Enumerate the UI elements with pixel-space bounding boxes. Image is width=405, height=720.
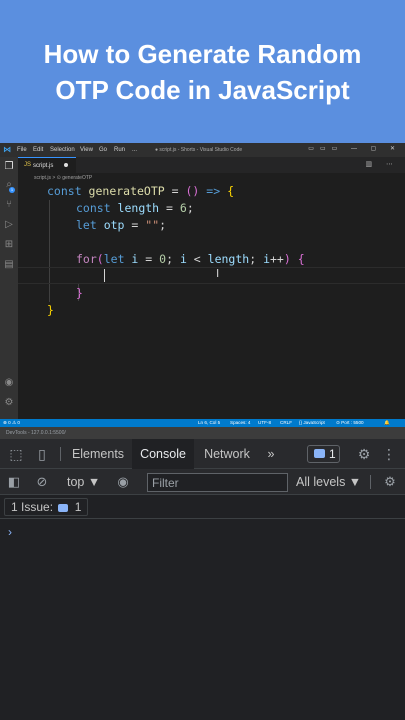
activity-bar: ❐ ⌕ 1 ⑂ ▷ ⊞ ▤ ◉ ⚙ <box>0 157 18 419</box>
vscode-logo-icon: ⋈ <box>3 145 11 154</box>
code-line-1: const generateOTP = () => { <box>47 184 234 198</box>
problems-indicator[interactable]: ⊗ 0 ⚠ 0 <box>3 419 20 427</box>
menu-selection[interactable]: Selection <box>50 146 75 154</box>
banner-title-line-1: How to Generate Random <box>43 39 362 69</box>
tab-label: script.js <box>33 163 54 169</box>
menu-go[interactable]: Go <box>99 146 107 154</box>
menu-view[interactable]: View <box>80 146 93 154</box>
source-control-icon[interactable]: ⑂ <box>3 199 15 211</box>
editor-tab-bar: JS script.js ▥ ⋯ <box>18 157 405 173</box>
current-line-highlight <box>18 267 405 284</box>
encoding[interactable]: UTF-8 <box>258 419 271 427</box>
code-line-5: for(let i = 0; i < length; i++) { <box>76 252 305 266</box>
video-title-banner: How to Generate Random OTP Code in JavaS… <box>0 0 405 143</box>
run-debug-icon[interactable]: ▷ <box>3 219 15 231</box>
breadcrumb[interactable]: script.js > ⊙ generateOTP <box>18 173 405 183</box>
extensions-icon[interactable]: ⊞ <box>3 239 15 251</box>
window-controls[interactable]: ▭▭▭ — ▢ ✕ <box>308 145 401 152</box>
notifications-icon[interactable]: 🔔 <box>384 419 390 427</box>
explorer-badge: 1 <box>9 187 15 193</box>
more-vertical-icon[interactable]: ⋮ <box>380 439 398 469</box>
text-cursor <box>104 269 105 282</box>
issues-pill-button[interactable]: 1 Issue: 1 <box>4 498 89 516</box>
divider <box>370 475 371 489</box>
message-icon <box>314 449 325 458</box>
vscode-window: ⋈ File Edit Selection View Go Run ... ● … <box>0 143 405 427</box>
code-line-7: } <box>76 286 83 300</box>
menu-file[interactable]: File <box>17 146 27 154</box>
mouse-ibeam-icon: I <box>216 267 220 280</box>
filter-input[interactable] <box>147 473 288 492</box>
account-icon[interactable]: ◉ <box>3 377 15 389</box>
issues-bar: 1 Issue: 1 <box>0 495 405 519</box>
code-line-3: let otp = ""; <box>76 218 167 232</box>
cursor-position[interactable]: Ln 6, Col 5 <box>198 419 220 427</box>
live-server-port[interactable]: ⊙ Port : 5500 <box>336 419 364 427</box>
context-selector[interactable]: top ▼ <box>67 469 100 495</box>
clear-console-icon[interactable]: ⊘ <box>33 469 51 495</box>
devtools-panel: DevTools - 127.0.0.1:5500/ ⬚ ▯ Elements … <box>0 427 405 720</box>
menu-edit[interactable]: Edit <box>33 146 43 154</box>
devtools-window-strip: DevTools - 127.0.0.1:5500/ <box>0 427 405 439</box>
issues-label: 1 Issue: <box>11 500 54 514</box>
sidebar-toggle-icon[interactable]: ◧ <box>5 469 23 495</box>
log-levels-dropdown[interactable]: All levels ▼ <box>296 469 361 495</box>
message-icon <box>58 503 69 512</box>
eye-icon[interactable]: ◉ <box>113 469 133 495</box>
tab-console[interactable]: Console <box>132 439 194 469</box>
remote-explorer-icon[interactable]: ▤ <box>3 259 15 271</box>
console-prompt[interactable]: › <box>8 525 12 539</box>
devtools-tabbar: ⬚ ▯ Elements Console Network » 1 ⚙ ⋮ <box>0 439 405 469</box>
banner-title-line-2: OTP Code in JavaScript <box>55 75 350 105</box>
console-settings-icon[interactable]: ⚙ <box>380 469 400 495</box>
code-line-8: } <box>47 303 54 317</box>
status-bar: ⊗ 0 ⚠ 0 Ln 6, Col 5 Spaces: 4 UTF-8 CRLF… <box>0 419 405 427</box>
indent-setting[interactable]: Spaces: 4 <box>230 419 250 427</box>
banner-title: How to Generate Random OTP Code in JavaS… <box>0 36 405 108</box>
manage-gear-icon[interactable]: ⚙ <box>3 397 15 409</box>
menu-more[interactable]: ... <box>132 146 137 154</box>
tab-network[interactable]: Network <box>196 439 258 469</box>
tab-script-js[interactable]: JS script.js <box>18 157 76 173</box>
more-tabs-icon[interactable]: » <box>262 439 280 469</box>
indent-guide <box>49 200 50 302</box>
console-toolbar: ◧ ⊘ top ▼ ◉ All levels ▼ ⚙ <box>0 469 405 495</box>
menu-run[interactable]: Run <box>114 146 125 154</box>
code-editor[interactable]: const generateOTP = () => { const length… <box>18 183 405 419</box>
line-ending[interactable]: CRLF <box>280 419 292 427</box>
explorer-icon[interactable]: ❐ <box>3 161 15 173</box>
window-title: ● script.js - Shorts - Visual Studio Cod… <box>155 147 243 153</box>
title-bar: ⋈ File Edit Selection View Go Run ... ● … <box>0 143 405 157</box>
divider <box>60 447 61 461</box>
issues-counter-button[interactable]: 1 <box>307 445 340 463</box>
gear-icon[interactable]: ⚙ <box>354 439 374 469</box>
editor-actions[interactable]: ▥ ⋯ <box>365 160 399 168</box>
device-toggle-icon[interactable]: ▯ <box>32 439 52 469</box>
issues-count: 1 <box>329 447 336 461</box>
unsaved-dot-icon[interactable] <box>64 163 68 167</box>
code-line-2: const length = 6; <box>76 201 194 215</box>
tab-elements[interactable]: Elements <box>66 439 130 469</box>
issues-number: 1 <box>74 500 82 514</box>
language-mode[interactable]: {} JavaScript <box>299 419 325 427</box>
inspect-icon[interactable]: ⬚ <box>6 439 26 469</box>
js-file-icon: JS <box>24 162 32 168</box>
